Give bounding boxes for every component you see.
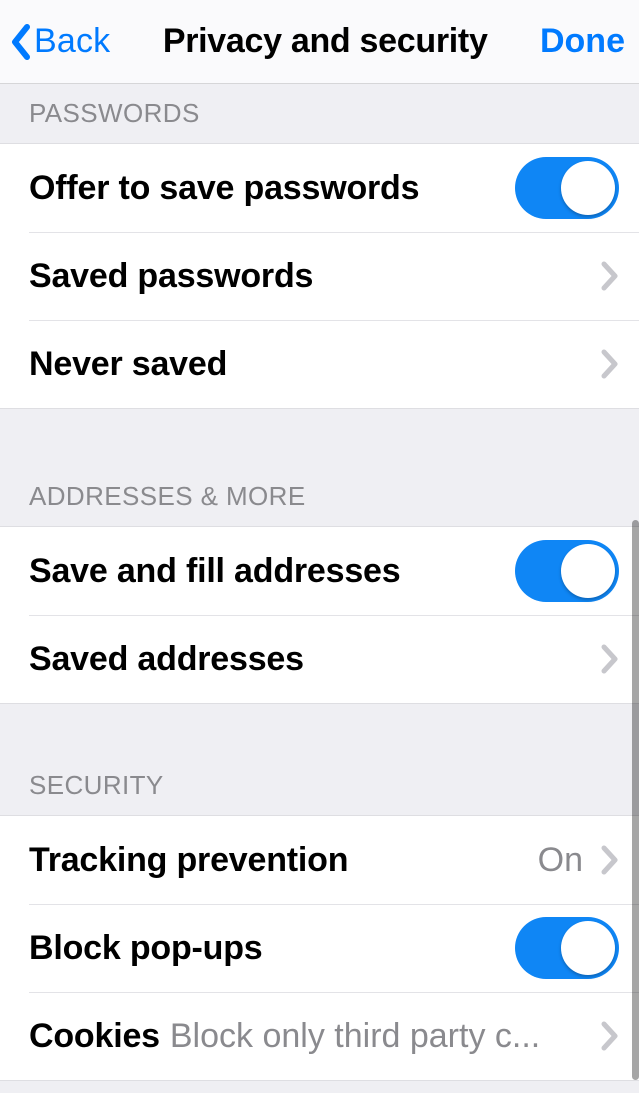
row-never-saved[interactable]: Never saved <box>0 320 639 408</box>
row-label: Save and fill addresses <box>29 552 400 591</box>
group-passwords: Offer to save passwords Saved passwords … <box>0 143 639 409</box>
chevron-right-icon <box>601 1021 619 1051</box>
navbar: Back Privacy and security Done <box>0 0 639 84</box>
chevron-right-icon <box>601 845 619 875</box>
chevron-left-icon <box>10 24 32 60</box>
group-security: Tracking prevention On Block pop-ups Coo… <box>0 815 639 1081</box>
row-label: Saved passwords <box>29 257 313 296</box>
toggle-block-popups[interactable] <box>515 917 619 979</box>
section-header-security: SECURITY <box>0 770 639 801</box>
row-saved-addresses[interactable]: Saved addresses <box>0 615 639 703</box>
row-label: Saved addresses <box>29 640 304 679</box>
row-label: Block pop-ups <box>29 929 263 968</box>
row-value: On <box>358 841 583 880</box>
section-header-passwords: PASSWORDS <box>0 98 639 129</box>
row-block-popups[interactable]: Block pop-ups <box>0 904 639 992</box>
row-label: Never saved <box>29 345 227 384</box>
row-save-fill-addresses[interactable]: Save and fill addresses <box>0 527 639 615</box>
back-label: Back <box>34 22 110 61</box>
back-button[interactable]: Back <box>10 22 110 61</box>
scrollbar[interactable] <box>632 520 639 1080</box>
row-label: Tracking prevention <box>29 841 348 880</box>
toggle-offer-save-passwords[interactable] <box>515 157 619 219</box>
chevron-right-icon <box>601 644 619 674</box>
row-cookies[interactable]: Cookies Block only third party c... <box>0 992 639 1080</box>
chevron-right-icon <box>601 349 619 379</box>
group-addresses: Save and fill addresses Saved addresses <box>0 526 639 704</box>
row-tracking-prevention[interactable]: Tracking prevention On <box>0 816 639 904</box>
row-label: Offer to save passwords <box>29 169 419 208</box>
row-saved-passwords[interactable]: Saved passwords <box>0 232 639 320</box>
row-offer-save-passwords[interactable]: Offer to save passwords <box>0 144 639 232</box>
row-value: Block only third party c... <box>170 1017 583 1056</box>
done-button[interactable]: Done <box>540 22 625 61</box>
toggle-save-fill-addresses[interactable] <box>515 540 619 602</box>
page-title: Privacy and security <box>163 22 488 61</box>
chevron-right-icon <box>601 261 619 291</box>
row-label: Cookies <box>29 1017 160 1056</box>
section-header-addresses: ADDRESSES & MORE <box>0 481 639 512</box>
